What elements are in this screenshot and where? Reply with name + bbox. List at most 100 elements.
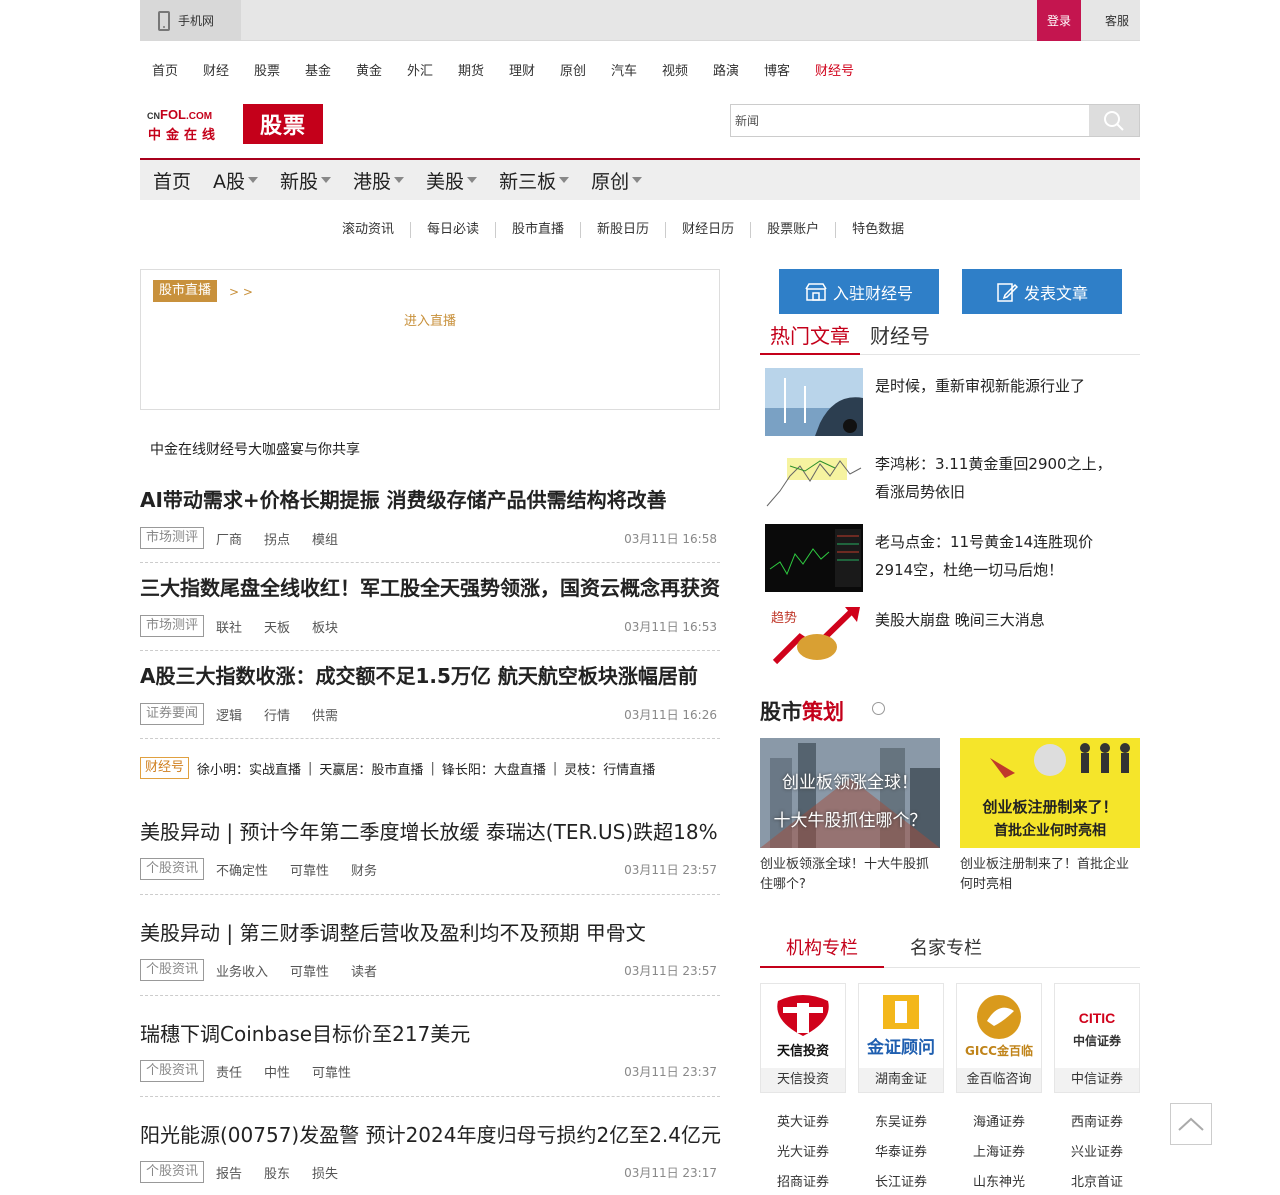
subnav-link[interactable]: 股票账户	[750, 222, 835, 238]
article-keyword[interactable]: 损失	[312, 1163, 338, 1182]
article-keyword[interactable]: 可靠性	[312, 1062, 351, 1081]
plan-card[interactable]: 创业板注册制来了！ 首批企业何时亮相 创业板注册制来了！首批企业何时亮相	[960, 738, 1140, 895]
channel-link[interactable]: 理财	[509, 60, 560, 80]
subnav-link[interactable]: 股市直播	[495, 222, 580, 238]
join-caijinghao-button[interactable]: 入驻财经号	[779, 269, 939, 314]
caijinghao-link[interactable]: 灵枝：行情直播	[564, 759, 655, 778]
article-title[interactable]: 三大指数尾盘全线收红！军工股全天强势领涨，国资云概念再获资	[140, 572, 720, 601]
article-keyword[interactable]: 报告	[216, 1163, 242, 1182]
post-article-button[interactable]: 发表文章	[962, 269, 1122, 314]
article-keyword[interactable]: 责任	[216, 1062, 242, 1081]
broker-link[interactable]: 华泰证券	[858, 1141, 944, 1160]
article-tag[interactable]: 个股资讯	[140, 959, 205, 981]
broker-link[interactable]: 东吴证券	[858, 1111, 944, 1130]
nav-home[interactable]: 首页	[153, 167, 191, 194]
search-input[interactable]	[731, 105, 1089, 136]
hot-article[interactable]: 是时候，重新审视新能源行业了	[765, 368, 1145, 436]
subnav-link[interactable]: 财经日历	[665, 222, 750, 238]
site-logo[interactable]: CNFOL.COM 中金在线 股票	[147, 104, 323, 144]
enter-live-link[interactable]: 进入直播	[141, 310, 719, 329]
nav-original[interactable]: 原创	[591, 167, 643, 194]
broker-link[interactable]: 兴业证券	[1054, 1141, 1140, 1160]
article-tag[interactable]: 个股资讯	[140, 1161, 205, 1183]
caijinghao-tag[interactable]: 财经号	[140, 757, 190, 779]
broker-link[interactable]: 西南证券	[1054, 1111, 1140, 1130]
broker-link[interactable]: 长江证券	[858, 1171, 944, 1190]
hot-article[interactable]: 趋势 美股大崩盘 晚间三大消息	[765, 602, 1145, 670]
article-keyword[interactable]: 股东	[264, 1163, 290, 1182]
info-icon[interactable]	[872, 702, 885, 715]
org-card[interactable]: 金证顾问 湖南金证	[858, 983, 944, 1093]
nav-us[interactable]: 美股	[426, 167, 478, 194]
channel-link[interactable]: 视频	[662, 60, 713, 80]
article-keyword[interactable]: 行情	[264, 705, 290, 724]
broker-link[interactable]: 北京首证	[1054, 1171, 1140, 1190]
org-card[interactable]: CITIC 中信证券 中信证券	[1054, 983, 1140, 1093]
article-keyword[interactable]: 可靠性	[290, 961, 329, 980]
live-more-link[interactable]: > >	[229, 285, 253, 299]
article-keyword[interactable]: 不确定性	[216, 860, 268, 879]
live-tag[interactable]: 股市直播	[153, 280, 218, 302]
broker-link[interactable]: 招商证券	[760, 1171, 846, 1190]
tab-hot-articles[interactable]: 热门文章	[760, 322, 860, 355]
channel-link[interactable]: 期货	[458, 60, 509, 80]
service-link[interactable]: 客服	[1094, 0, 1140, 41]
article-title[interactable]: AI带动需求+价格长期提振 消费级存储产品供需结构将改善	[140, 484, 667, 513]
article-keyword[interactable]: 可靠性	[290, 860, 329, 879]
channel-link[interactable]: 基金	[305, 60, 356, 80]
login-button[interactable]: 登录	[1037, 0, 1081, 41]
article-keyword[interactable]: 业务收入	[216, 961, 268, 980]
subnav-link[interactable]: 每日必读	[410, 222, 495, 238]
plan-card[interactable]: 创业板领涨全球！ 十大牛股抓住哪个？ 创业板领涨全球！十大牛股抓住哪个?	[760, 738, 940, 895]
tab-expert-column[interactable]: 名家专栏	[884, 933, 1008, 968]
caijinghao-link[interactable]: 天赢居：股市直播	[319, 759, 423, 778]
article-title[interactable]: A股三大指数收涨：成交额不足1.5万亿 航天航空板块涨幅居前	[140, 660, 698, 689]
article-keyword[interactable]: 逻辑	[216, 705, 242, 724]
caijinghao-link[interactable]: 锋长阳：大盘直播	[442, 759, 546, 778]
channel-link[interactable]: 原创	[560, 60, 611, 80]
broker-link[interactable]: 海通证券	[956, 1111, 1042, 1130]
mobile-site-link[interactable]: 手机网	[140, 0, 241, 41]
org-card[interactable]: 天信投资 天信投资	[760, 983, 846, 1093]
broker-link[interactable]: 上海证券	[956, 1141, 1042, 1160]
hot-article[interactable]: 老马点金：11号黄金14连胜现价2914空，杜绝一切马后炮！	[765, 524, 1145, 592]
channel-link[interactable]: 股票	[254, 60, 305, 80]
article-title[interactable]: 瑞穗下调Coinbase目标价至217美元	[140, 1018, 470, 1047]
nav-hk[interactable]: 港股	[353, 167, 405, 194]
article-title[interactable]: 阳光能源(00757)发盈警 预计2024年度归母亏损约2亿至2.4亿元	[140, 1119, 721, 1148]
broker-link[interactable]: 光大证券	[760, 1141, 846, 1160]
article-keyword[interactable]: 天板	[264, 617, 290, 636]
tab-caijinghao[interactable]: 财经号	[860, 322, 940, 355]
article-title[interactable]: 美股异动 | 第三财季调整后营收及盈利均不及预期 甲骨文	[140, 917, 646, 946]
article-keyword[interactable]: 中性	[264, 1062, 290, 1081]
tab-institution-column[interactable]: 机构专栏	[760, 933, 884, 968]
channel-link[interactable]: 首页	[152, 60, 203, 80]
article-keyword[interactable]: 模组	[312, 529, 338, 548]
caijinghao-link[interactable]: 徐小明：实战直播	[197, 759, 301, 778]
article-keyword[interactable]: 财务	[351, 860, 377, 879]
channel-link[interactable]: 外汇	[407, 60, 458, 80]
article-keyword[interactable]: 厂商	[216, 529, 242, 548]
channel-link[interactable]: 财经	[203, 60, 254, 80]
article-title[interactable]: 美股异动 | 预计今年第二季度增长放缓 泰瑞达(TER.US)跌超18%	[140, 816, 718, 845]
back-to-top-button[interactable]	[1170, 1103, 1212, 1145]
article-keyword[interactable]: 板块	[312, 617, 338, 636]
channel-link-caijinghao[interactable]: 财经号	[815, 60, 866, 80]
nav-neeq[interactable]: 新三板	[499, 167, 570, 194]
broker-link[interactable]: 英大证券	[760, 1111, 846, 1130]
nav-ipo[interactable]: 新股	[280, 167, 332, 194]
article-keyword[interactable]: 供需	[312, 705, 338, 724]
hot-article[interactable]: 李鸿彬：3.11黄金重回2900之上，看涨局势依旧	[765, 446, 1145, 514]
nav-a-share[interactable]: A股	[213, 167, 259, 194]
broker-link[interactable]: 山东神光	[956, 1171, 1042, 1190]
article-tag[interactable]: 市场测评	[140, 615, 205, 637]
article-tag[interactable]: 证券要闻	[140, 703, 205, 725]
article-keyword[interactable]: 联社	[216, 617, 242, 636]
search-button[interactable]	[1089, 105, 1139, 136]
channel-link[interactable]: 路演	[713, 60, 764, 80]
article-keyword[interactable]: 读者	[351, 961, 377, 980]
article-tag[interactable]: 个股资讯	[140, 1060, 205, 1082]
subnav-link[interactable]: 新股日历	[580, 222, 665, 238]
channel-link[interactable]: 汽车	[611, 60, 662, 80]
article-tag[interactable]: 市场测评	[140, 527, 205, 549]
